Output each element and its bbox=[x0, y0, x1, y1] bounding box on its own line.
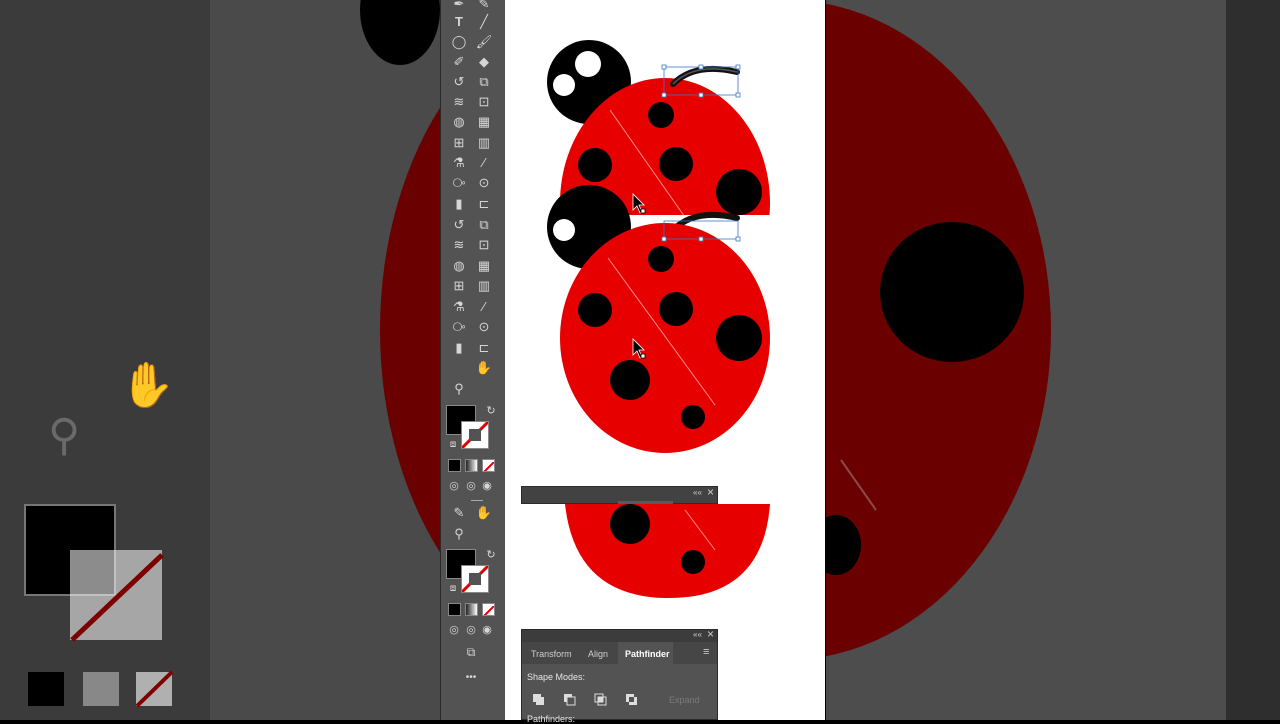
zoom-tool-icon[interactable]: ⚲ bbox=[449, 379, 469, 397]
hand-tool-icon[interactable]: ✋ bbox=[474, 358, 494, 376]
exclude-icon[interactable] bbox=[625, 693, 638, 706]
swap-colors-icon[interactable]: ↻ bbox=[481, 402, 501, 420]
screen-mode-icon[interactable]: ⧉ bbox=[461, 643, 481, 661]
perspective-grid-tool-icon[interactable]: ▦ bbox=[474, 256, 494, 274]
unite-icon[interactable] bbox=[532, 693, 545, 706]
close-icon[interactable]: × bbox=[707, 627, 714, 641]
scale-tool-icon[interactable]: ⧉ bbox=[474, 215, 494, 233]
intersect-icon[interactable] bbox=[594, 693, 607, 706]
ellipse-tool-icon[interactable]: ◯ bbox=[449, 32, 469, 50]
zoomed-background-right bbox=[826, 0, 1280, 720]
pen-tool-icon[interactable]: ✒ bbox=[449, 0, 469, 12]
zoomed-ladybug-left: ⚲ ✋ bbox=[24, 0, 440, 708]
gradient-mode-icon[interactable] bbox=[465, 459, 478, 472]
pathfinders-label: Pathfinders: bbox=[527, 714, 576, 724]
symbol-sprayer-tool-icon[interactable]: ⊙ bbox=[474, 173, 494, 191]
column-graph-tool-icon[interactable]: ▮ bbox=[449, 194, 469, 212]
gradient-tool-icon[interactable]: ▥ bbox=[474, 133, 494, 151]
artboard-canvas[interactable] bbox=[505, 0, 825, 720]
draw-inside-icon[interactable]: ◉ bbox=[477, 621, 497, 639]
tools-panel: ✒ ✎ T ╱ ◯ 🖌 ✐ ◆ ↺ ⧉ ≋ ⊡ ◍ ▦ ⊞ ▥ ⚗ ⁄ ⧂ ⊙ … bbox=[440, 0, 507, 720]
toolbar-divider bbox=[471, 500, 483, 501]
measure-tool-icon[interactable]: ⁄ bbox=[474, 297, 494, 315]
zoom-tool-icon[interactable]: ⚲ bbox=[449, 524, 469, 542]
brush-tool-icon[interactable]: ✎ bbox=[474, 0, 494, 12]
paintbrush-tool-icon[interactable]: 🖌 bbox=[474, 32, 494, 50]
collapsed-panel-header[interactable]: «« × bbox=[521, 485, 718, 504]
expand-button[interactable]: Expand bbox=[669, 695, 700, 705]
symbol-sprayer-tool-icon[interactable]: ⊙ bbox=[474, 317, 494, 335]
shape-builder-tool-icon[interactable]: ◍ bbox=[449, 256, 469, 274]
pen-tool-icon[interactable]: ✎ bbox=[449, 503, 469, 521]
svg-text:✋: ✋ bbox=[120, 360, 175, 411]
zoomed-ladybug-right bbox=[826, 3, 1051, 657]
blend-tool-icon[interactable]: ⧂ bbox=[449, 173, 469, 191]
default-colors-icon[interactable]: ⧈ bbox=[443, 436, 463, 454]
swap-colors-icon[interactable]: ↻ bbox=[481, 546, 501, 564]
edit-toolbar-icon[interactable]: ••• bbox=[459, 669, 483, 687]
collapse-panel-icon[interactable]: «« bbox=[693, 630, 702, 639]
artboard-tool-icon[interactable]: ⊏ bbox=[474, 194, 494, 212]
gradient-mode-icon[interactable] bbox=[465, 603, 478, 616]
eyedropper-tool-icon[interactable]: ⚗ bbox=[449, 297, 469, 315]
color-mode-icon[interactable] bbox=[448, 603, 461, 616]
eyedropper-tool-icon[interactable]: ⚗ bbox=[449, 153, 469, 171]
tab-transform[interactable]: Transform bbox=[531, 649, 572, 659]
collapse-panel-icon[interactable]: «« bbox=[693, 488, 702, 497]
panel-tab-strip bbox=[618, 501, 673, 504]
stroke-swatch[interactable] bbox=[461, 421, 489, 449]
scale-tool-icon[interactable]: ⧉ bbox=[474, 72, 494, 90]
hand-tool-icon[interactable]: ✋ bbox=[474, 503, 494, 521]
width-tool-icon[interactable]: ≋ bbox=[449, 235, 469, 253]
rotate-tool-icon[interactable]: ↺ bbox=[449, 72, 469, 90]
type-tool-icon[interactable]: T bbox=[449, 12, 469, 30]
artboard-tool-icon[interactable]: ⊏ bbox=[474, 338, 494, 356]
shape-modes-label: Shape Modes: bbox=[527, 672, 586, 682]
gradient-tool-icon[interactable]: ▥ bbox=[474, 276, 494, 294]
tab-pathfinder[interactable]: Pathfinder bbox=[625, 649, 670, 659]
perspective-grid-tool-icon[interactable]: ▦ bbox=[474, 112, 494, 130]
eraser-tool-icon[interactable]: ◆ bbox=[474, 52, 494, 70]
background-edge bbox=[1226, 0, 1280, 720]
stroke-swatch[interactable] bbox=[461, 565, 489, 593]
svg-text:⚲: ⚲ bbox=[48, 410, 80, 461]
free-transform-tool-icon[interactable]: ⊡ bbox=[474, 92, 494, 110]
free-transform-tool-icon[interactable]: ⊡ bbox=[474, 235, 494, 253]
color-mode-icon[interactable] bbox=[448, 459, 461, 472]
shape-builder-tool-icon[interactable]: ◍ bbox=[449, 112, 469, 130]
panel-titlebar[interactable]: «« × bbox=[522, 627, 717, 642]
none-mode-icon[interactable] bbox=[482, 603, 495, 616]
measure-tool-icon[interactable]: ⁄ bbox=[474, 153, 494, 171]
column-graph-tool-icon[interactable]: ▮ bbox=[449, 338, 469, 356]
close-icon[interactable]: × bbox=[707, 485, 714, 499]
pathfinder-panel: «« × Transform Align Pathfinder ≡ Shape … bbox=[521, 627, 718, 724]
draw-inside-icon[interactable]: ◉ bbox=[477, 477, 497, 495]
rotate-tool-icon[interactable]: ↺ bbox=[449, 215, 469, 233]
tab-align[interactable]: Align bbox=[588, 649, 608, 659]
panel-menu-icon[interactable]: ≡ bbox=[703, 646, 709, 658]
width-tool-icon[interactable]: ≋ bbox=[449, 92, 469, 110]
blend-tool-icon[interactable]: ⧂ bbox=[449, 317, 469, 335]
zoomed-background-left: ⚲ ✋ bbox=[0, 0, 440, 720]
none-mode-icon[interactable] bbox=[482, 459, 495, 472]
line-tool-icon[interactable]: ╱ bbox=[474, 12, 494, 30]
shaper-tool-icon[interactable]: ✐ bbox=[449, 52, 469, 70]
minus-front-icon[interactable] bbox=[563, 693, 576, 706]
mesh-tool-icon[interactable]: ⊞ bbox=[449, 133, 469, 151]
mesh-tool-icon[interactable]: ⊞ bbox=[449, 276, 469, 294]
default-colors-icon[interactable]: ⧈ bbox=[443, 580, 463, 598]
